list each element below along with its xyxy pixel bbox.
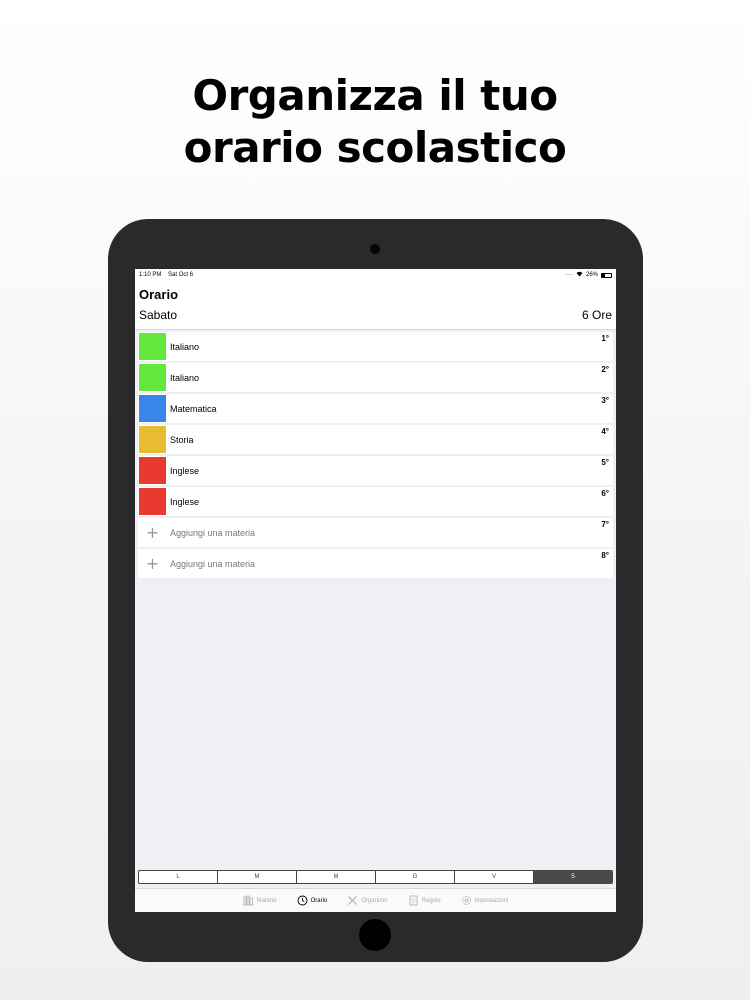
subject-name: Matematica [170, 403, 217, 414]
schedule-row[interactable]: Italiano 2° [138, 363, 613, 392]
document-icon [408, 895, 419, 906]
hours-count: 6 Ore [581, 308, 612, 322]
home-button[interactable] [359, 919, 391, 951]
day-name: Sabato [139, 308, 178, 322]
ipad-frame: 1:10 PM Sat Oct 6 ···· 26% Orario Sabato… [108, 219, 643, 962]
plus-icon: + [145, 523, 160, 542]
plus-icon: + [145, 554, 160, 573]
schedule-row[interactable]: Storia 4° [138, 425, 613, 454]
screen: 1:10 PM Sat Oct 6 ···· 26% Orario Sabato… [135, 269, 616, 912]
subject-name: Inglese [170, 496, 200, 507]
subject-name: Inglese [170, 465, 200, 476]
schedule-row[interactable]: Matematica 3° [138, 394, 613, 423]
subject-color-swatch [139, 488, 166, 515]
subject-color-swatch [139, 364, 166, 391]
tab-orario[interactable]: Orario [297, 895, 328, 906]
tab-label: Organizer [361, 897, 388, 904]
day-segment-lunedi[interactable]: L [139, 871, 218, 883]
clock-icon [297, 895, 308, 906]
nav-bar: Orario Sabato 6 Ore [135, 281, 616, 330]
subject-color-swatch [139, 426, 166, 453]
tab-materie[interactable]: Materie [243, 895, 277, 906]
subject-color-swatch [139, 457, 166, 484]
headline: Organizza il tuo orario scolastico [0, 70, 750, 174]
schedule-row[interactable]: Inglese 5° [138, 456, 613, 485]
day-segment-mercoledi[interactable]: M [297, 871, 376, 883]
status-date: Sat Oct 6 [168, 272, 194, 278]
tab-organizer[interactable]: Organizer [347, 895, 388, 906]
gear-icon [461, 895, 472, 906]
subject-color-swatch [139, 395, 166, 422]
page-title: Orario [139, 287, 179, 302]
tab-label: Regole [421, 897, 441, 904]
schedule-list: Italiano 1° Italiano 2° Matematica 3° St… [135, 330, 616, 578]
add-subject-label: Aggiungi una materia [170, 558, 256, 569]
period-number: 8° [601, 551, 609, 560]
add-subject-label: Aggiungi una materia [170, 527, 256, 538]
schedule-row[interactable]: Italiano 1° [138, 332, 613, 361]
day-segment-venerdi[interactable]: V [455, 871, 534, 883]
signal-dots-icon: ···· [564, 272, 573, 278]
period-number: 1° [601, 334, 609, 343]
period-number: 4° [601, 427, 609, 436]
camera [370, 244, 380, 254]
day-selector: L M M G V S [138, 870, 613, 884]
day-segment-sabato[interactable]: S [534, 871, 612, 883]
status-time: 1:10 PM [139, 272, 162, 278]
add-subject-row[interactable]: + Aggiungi una materia 7° [138, 518, 613, 547]
tab-impostazioni[interactable]: Impostazioni [461, 895, 509, 906]
tab-label: Materie [256, 897, 277, 904]
battery-icon [601, 272, 612, 278]
period-number: 6° [601, 489, 609, 498]
period-number: 5° [601, 458, 609, 467]
headline-line-1: Organizza il tuo [192, 71, 558, 120]
period-number: 2° [601, 365, 609, 374]
wifi-icon [576, 271, 583, 279]
tab-label: Impostazioni [474, 897, 509, 904]
tab-regole[interactable]: Regole [408, 895, 441, 906]
period-number: 7° [601, 520, 609, 529]
headline-line-2: orario scolastico [183, 123, 567, 172]
battery-percent: 26% [585, 272, 598, 278]
tools-icon [347, 895, 358, 906]
books-icon [243, 895, 254, 906]
tab-bar: Materie Orario Organizer Regole Impostaz… [135, 888, 616, 912]
status-bar: 1:10 PM Sat Oct 6 ···· 26% [135, 269, 616, 281]
schedule-row[interactable]: Inglese 6° [138, 487, 613, 516]
tab-label: Orario [310, 897, 328, 904]
subject-name: Italiano [170, 372, 200, 383]
day-segment-giovedi[interactable]: G [376, 871, 455, 883]
period-number: 3° [601, 396, 609, 405]
subject-name: Storia [170, 434, 194, 445]
day-segment-martedi[interactable]: M [218, 871, 297, 883]
add-subject-row[interactable]: + Aggiungi una materia 8° [138, 549, 613, 578]
subject-name: Italiano [170, 341, 200, 352]
subject-color-swatch [139, 333, 166, 360]
